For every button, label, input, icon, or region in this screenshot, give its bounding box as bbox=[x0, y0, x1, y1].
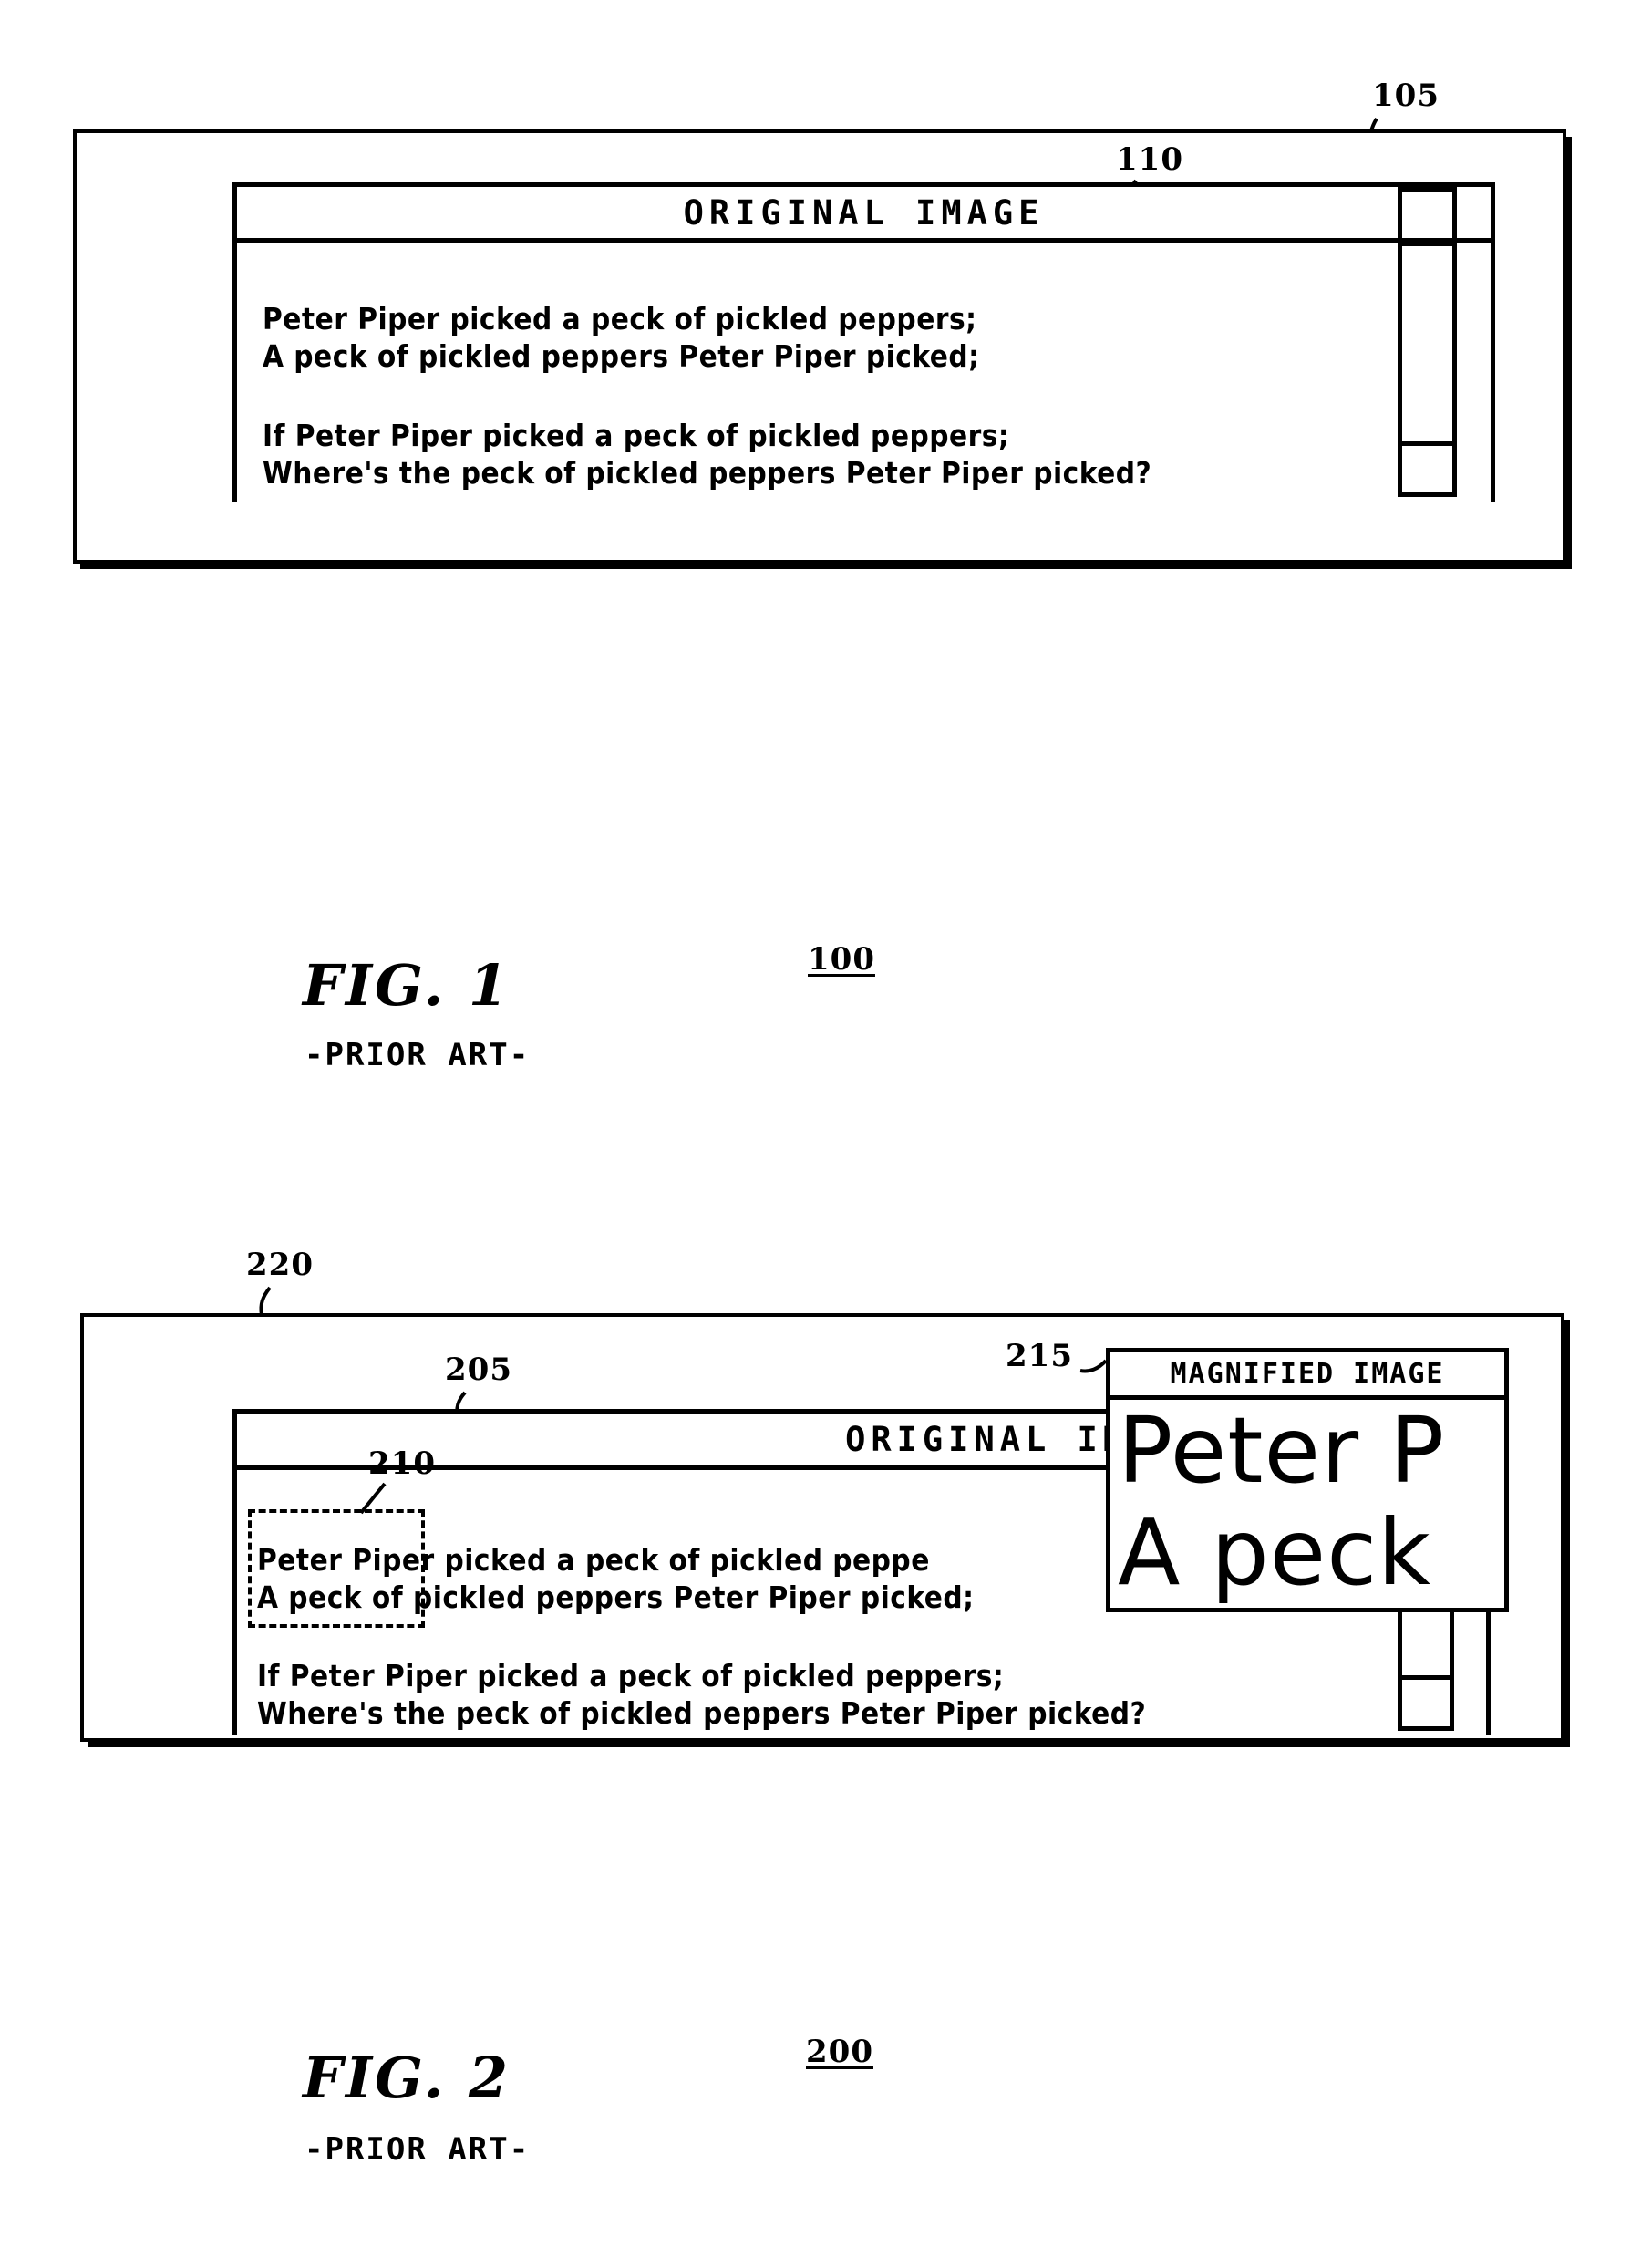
figure-caption-1: FIG. 1 bbox=[303, 952, 511, 1019]
document-text-block-2-fig2: If Peter Piper picked a peck of pickled … bbox=[257, 1657, 1146, 1733]
doc-line: If Peter Piper picked a peck of pickled … bbox=[263, 418, 1010, 453]
magnified-window-title: MAGNIFIED IMAGE bbox=[1170, 1357, 1445, 1390]
prior-art-label-2: -PRIOR ART- bbox=[305, 2131, 531, 2168]
scroll-thumb-fig1[interactable] bbox=[1402, 243, 1452, 460]
callout-210: 210 bbox=[368, 1445, 436, 1482]
magnified-image-window[interactable]: MAGNIFIED IMAGE Peter P A peck bbox=[1106, 1348, 1509, 1612]
callout-110: 110 bbox=[1116, 141, 1183, 178]
window-body-fig1: Peter Piper picked a peck of pickled pep… bbox=[237, 243, 1491, 502]
window-title-fig1: ORIGINAL IMAGE bbox=[683, 192, 1045, 233]
doc-line: Where's the peck of pickled peppers Pete… bbox=[257, 1695, 1147, 1732]
scroll-down-button-fig1[interactable] bbox=[1402, 441, 1452, 492]
vertical-scrollbar-fig1[interactable] bbox=[1398, 187, 1457, 497]
callout-220: 220 bbox=[246, 1247, 314, 1283]
magnified-window-body: Peter P A peck bbox=[1110, 1400, 1504, 1608]
doc-line: Peter Piper picked a peck of pickled pep… bbox=[263, 301, 977, 337]
figure-caption-2: FIG. 2 bbox=[303, 2045, 511, 2111]
scroll-down-button-fig2[interactable] bbox=[1402, 1675, 1450, 1726]
magnified-text-line: Peter P bbox=[1118, 1400, 1446, 1504]
document-text-block-1-fig1: Peter Piper picked a peck of pickled pep… bbox=[263, 300, 979, 376]
original-image-window-fig1[interactable]: ORIGINAL IMAGE Peter Piper picked a peck… bbox=[232, 182, 1495, 502]
prior-art-label-1: -PRIOR ART- bbox=[305, 1037, 531, 1073]
callout-215: 215 bbox=[1006, 1338, 1073, 1374]
doc-line: Where's the peck of pickled peppers Pete… bbox=[263, 455, 1152, 492]
doc-line: If Peter Piper picked a peck of pickled … bbox=[257, 1658, 1005, 1693]
magnified-text-line: A peck bbox=[1118, 1499, 1432, 1606]
selection-marquee-210[interactable] bbox=[248, 1509, 425, 1628]
magnified-titlebar: MAGNIFIED IMAGE bbox=[1110, 1352, 1504, 1400]
callout-205: 205 bbox=[445, 1351, 512, 1388]
window-titlebar-fig1: ORIGINAL IMAGE bbox=[237, 187, 1491, 243]
figure-number-200: 200 bbox=[806, 2034, 873, 2070]
document-text-block-2-fig1: If Peter Piper picked a peck of pickled … bbox=[263, 417, 1151, 492]
doc-line: A peck of pickled peppers Peter Piper pi… bbox=[263, 338, 980, 375]
figure-number-100: 100 bbox=[808, 941, 875, 978]
callout-105: 105 bbox=[1372, 78, 1440, 114]
scroll-up-button-fig1[interactable] bbox=[1402, 192, 1452, 243]
